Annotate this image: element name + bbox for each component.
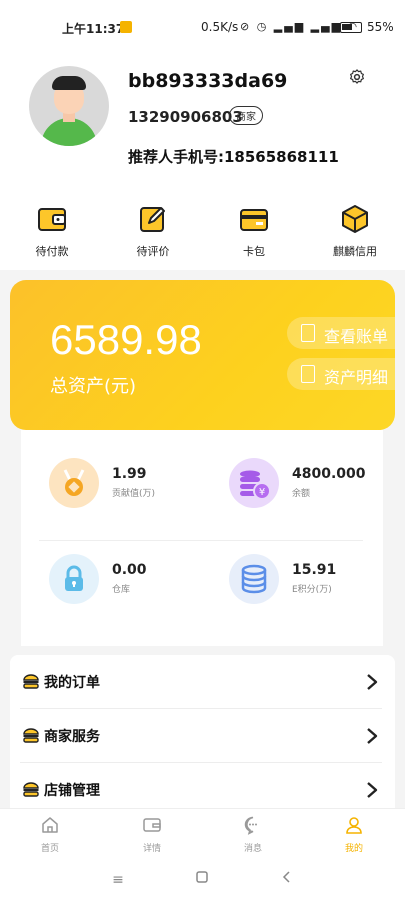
wallet-outline-icon xyxy=(142,815,162,835)
bill-icon xyxy=(301,324,315,342)
menu-list: 我的订单 商家服务 店铺管理 xyxy=(10,655,395,808)
stat-label: 贡献值(万) xyxy=(112,489,156,499)
view-bill-label: 查看账单 xyxy=(324,327,389,346)
status-time: 上午11:37 xyxy=(62,22,125,36)
chat-bubble-icon xyxy=(243,815,263,835)
menu-item-label: 商家服务 xyxy=(44,729,100,745)
tab-label: 首页 xyxy=(40,844,59,854)
chevron-right-icon xyxy=(364,673,380,691)
referrer-phone: 推荐人手机号:18565868111 xyxy=(128,148,339,166)
avatar[interactable] xyxy=(29,66,109,146)
phone-number: 13290906803 xyxy=(128,108,243,126)
stat-balance[interactable]: ¥ 4800.000 余额 xyxy=(229,458,399,518)
role-badge: 商家 xyxy=(229,106,263,125)
stat-warehouse[interactable]: 0.00 仓库 xyxy=(49,554,219,614)
asset-detail-label: 资产明细 xyxy=(324,368,389,387)
svg-text:¥: ¥ xyxy=(259,487,265,498)
system-nav-bar: ≡ xyxy=(0,858,405,900)
menu-item-store-management[interactable]: 店铺管理 xyxy=(10,763,395,808)
burger-icon xyxy=(22,672,40,690)
stat-value: 4800.000 xyxy=(292,466,366,482)
tab-mine[interactable]: 我的 xyxy=(324,815,384,854)
network-speed: 0.5K/s xyxy=(201,20,239,34)
quick-action-label: 待付款 xyxy=(35,245,69,258)
burger-icon xyxy=(22,726,40,744)
quick-action-label: 麒麟信用 xyxy=(333,245,377,258)
username: bb893333da69 xyxy=(128,70,288,92)
tab-messages[interactable]: 消息 xyxy=(223,815,283,854)
quick-action-pending-review[interactable]: 待评价 xyxy=(118,204,188,259)
edit-icon xyxy=(138,204,168,234)
quick-actions: 待付款 待评价 卡包 麒麟信用 xyxy=(0,186,405,270)
tab-home[interactable]: 首页 xyxy=(20,815,80,854)
stat-value: 15.91 xyxy=(292,562,337,578)
card-icon xyxy=(239,204,269,234)
chevron-right-icon xyxy=(364,781,380,799)
menu-item-label: 店铺管理 xyxy=(44,783,100,799)
total-assets-card: 6589.98 总资产(元) 查看账单 资产明细 xyxy=(10,280,395,430)
stat-label: 仓库 xyxy=(112,585,131,595)
quick-action-credit[interactable]: 麒麟信用 xyxy=(320,204,390,259)
view-bill-button[interactable]: 查看账单 xyxy=(287,317,395,349)
medal-icon xyxy=(49,458,99,508)
total-assets-caption: 总资产(元) xyxy=(50,376,137,397)
box-icon xyxy=(340,204,370,234)
menu-item-my-orders[interactable]: 我的订单 xyxy=(10,655,395,709)
quick-action-label: 待评价 xyxy=(136,245,170,258)
tab-label: 我的 xyxy=(344,844,363,854)
coins-icon: ¥ xyxy=(229,458,279,508)
chevron-right-icon xyxy=(364,727,380,745)
menu-item-merchant-service[interactable]: 商家服务 xyxy=(10,709,395,763)
stat-value: 0.00 xyxy=(112,562,147,578)
back-chevron-icon[interactable] xyxy=(277,870,297,890)
battery-percent: 55% xyxy=(367,20,394,34)
tab-label: 详情 xyxy=(142,844,161,854)
lock-icon xyxy=(49,554,99,604)
home-square-icon[interactable] xyxy=(192,870,212,890)
menu-lines-icon[interactable]: ≡ xyxy=(108,870,128,890)
bottom-tab-bar: 首页 详情 消息 我的 xyxy=(0,808,405,858)
battery-icon xyxy=(340,22,362,33)
tab-details[interactable]: 详情 xyxy=(122,815,182,854)
list-icon xyxy=(301,365,315,383)
user-icon xyxy=(344,815,364,835)
asset-stats: 1.99 贡献值(万) ¥ 4800.000 余额 0.00 仓库 15.91 … xyxy=(21,430,383,646)
stat-label: E积分(万) xyxy=(292,585,332,595)
database-icon xyxy=(229,554,279,604)
burger-icon xyxy=(22,780,40,798)
stat-value: 1.99 xyxy=(112,466,147,482)
notification-icon xyxy=(120,21,132,33)
status-bar: 上午11:37 0.5K/s ⊘ ◷ ▂▄▆ ▂▄▆ ◠ 55% xyxy=(0,0,405,56)
stat-e-points[interactable]: 15.91 E积分(万) xyxy=(229,554,399,614)
menu-item-label: 我的订单 xyxy=(44,675,100,691)
settings-gear-icon[interactable] xyxy=(348,68,366,86)
quick-action-pending-payment[interactable]: 待付款 xyxy=(17,204,87,259)
stat-contribution[interactable]: 1.99 贡献值(万) xyxy=(49,458,219,518)
quick-action-card-pack[interactable]: 卡包 xyxy=(219,204,289,259)
quick-action-label: 卡包 xyxy=(243,245,265,258)
home-icon xyxy=(40,815,60,835)
profile-header: bb893333da69 13290906803 商家 推荐人手机号:18565… xyxy=(0,56,405,186)
stats-divider xyxy=(39,540,363,541)
wallet-icon xyxy=(37,204,67,234)
tab-label: 消息 xyxy=(243,844,262,854)
asset-detail-button[interactable]: 资产明细 xyxy=(287,358,395,390)
stat-label: 余额 xyxy=(292,489,311,499)
total-assets-amount: 6589.98 xyxy=(50,316,202,363)
